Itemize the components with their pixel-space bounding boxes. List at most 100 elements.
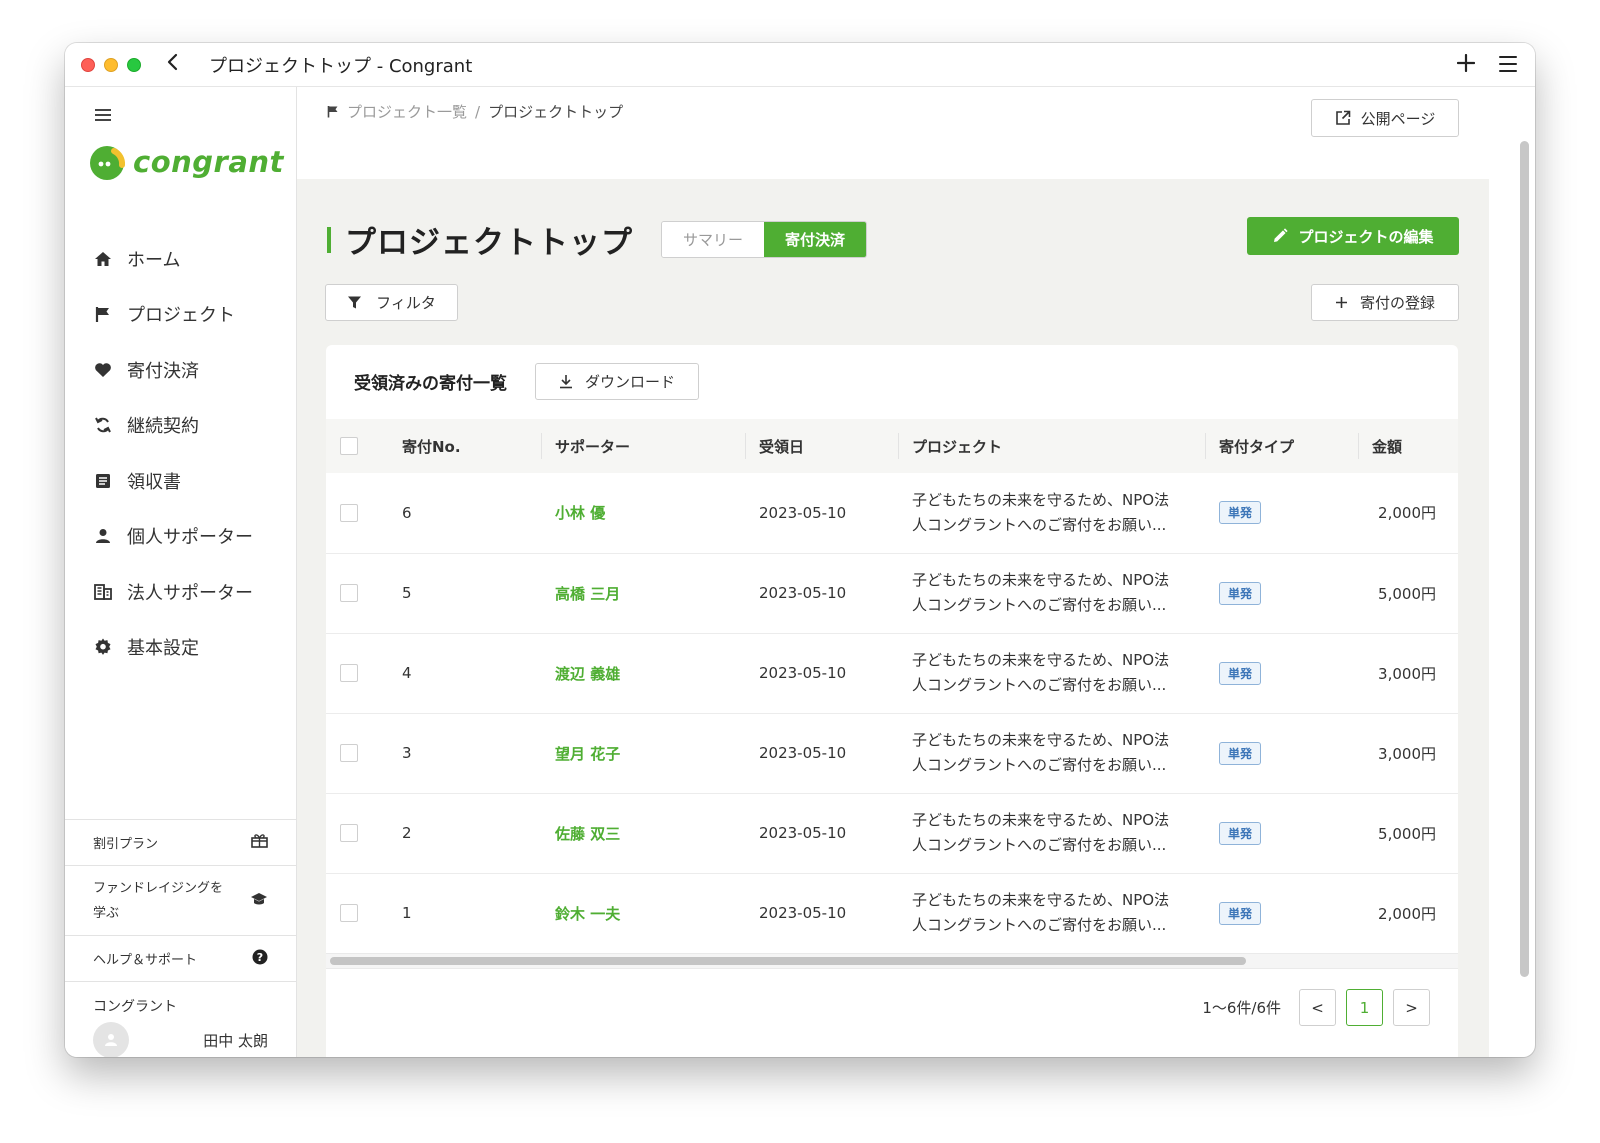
row-checkbox[interactable] xyxy=(340,744,358,762)
filter-button[interactable]: フィルタ xyxy=(325,284,458,321)
sidebar-bottom: 割引プラン ファンドレイジングを 学ぶ ヘルプ＆サポート ? コングラント 田中… xyxy=(65,819,296,1057)
user-panel[interactable]: コングラント 田中 太朗 xyxy=(65,981,296,1057)
column-header: プロジェクト xyxy=(912,437,1003,456)
donation-amount: 5,000円 xyxy=(1378,824,1436,843)
vertical-scrollbar[interactable] xyxy=(1520,141,1529,977)
sidebar-item-label: ホーム xyxy=(127,249,181,271)
donation-no: 3 xyxy=(402,744,412,762)
pagination: 1〜6件/6件 < 1 > xyxy=(1202,989,1430,1026)
received-date: 2023-05-10 xyxy=(759,664,847,682)
pencil-icon xyxy=(1272,228,1289,244)
download-button[interactable]: ダウンロード xyxy=(535,363,699,400)
sidebar-item-label: プロジェクト xyxy=(127,305,235,327)
table-row[interactable]: 4 渡辺 義雄 2023-05-10 子どもたちの未来を守るため、NPO法 人コン… xyxy=(326,633,1458,713)
sidebar-item-project[interactable]: プロジェクト xyxy=(65,287,296,343)
supporter-link[interactable]: 小林 優 xyxy=(541,473,745,553)
zoom-window-button[interactable] xyxy=(127,57,141,72)
register-donation-button[interactable]: 寄付の登録 xyxy=(1311,284,1459,321)
table-row[interactable]: 3 望月 花子 2023-05-10 子どもたちの未来を守るため、NPO法 人コン… xyxy=(326,713,1458,793)
sidebar-item-label: 寄付決済 xyxy=(127,360,199,382)
menu-icon[interactable] xyxy=(1499,56,1517,72)
donation-amount: 2,000円 xyxy=(1378,504,1436,523)
breadcrumb-project-list[interactable]: プロジェクト一覧 xyxy=(347,101,467,122)
donation-no: 1 xyxy=(402,904,412,922)
help-icon: ? xyxy=(252,949,268,969)
back-icon[interactable] xyxy=(165,53,185,76)
supporter-link[interactable]: 望月 花子 xyxy=(541,713,745,793)
edit-project-button[interactable]: プロジェクトの編集 xyxy=(1247,217,1459,255)
received-date: 2023-05-10 xyxy=(759,904,847,922)
heart-icon xyxy=(93,360,113,380)
sidebar-item-receipt[interactable]: 領収書 xyxy=(65,453,296,509)
logo-text: congrant xyxy=(133,145,284,179)
project-text: 子どもたちの未来を守るため、NPO法 xyxy=(912,811,1170,829)
row-checkbox[interactable] xyxy=(340,664,358,682)
sidebar-item-label: 個人サポーター xyxy=(127,527,253,549)
minimize-window-button[interactable] xyxy=(104,57,118,72)
row-checkbox[interactable] xyxy=(340,503,358,522)
donation-type-badge: 単発 xyxy=(1219,581,1262,605)
select-all-checkbox[interactable] xyxy=(340,437,358,455)
new-tab-icon[interactable] xyxy=(1456,51,1476,77)
column-header: サポーター xyxy=(555,437,631,456)
public-page-button[interactable]: 公開ページ xyxy=(1311,99,1459,137)
sidebar-item-corporate-supporter[interactable]: 法人サポーター xyxy=(65,564,296,620)
learn-label-line1: ファンドレイジングを xyxy=(93,880,224,896)
table-row[interactable]: 6 小林 優 2023-05-10 子どもたちの未来を守るため、NPO法 人コング… xyxy=(326,473,1458,553)
sidebar-nav: ホーム プロジェクト 寄付決済 継続契約 領収書 個人サポーター 法人サポーター… xyxy=(65,231,296,675)
discount-plan-link[interactable]: 割引プラン xyxy=(65,819,296,865)
tab-donation[interactable]: 寄付決済 xyxy=(764,222,866,257)
close-window-button[interactable] xyxy=(81,57,95,72)
column-header: 金額 xyxy=(1372,437,1403,456)
donation-amount: 3,000円 xyxy=(1378,664,1436,683)
next-page-button[interactable]: > xyxy=(1393,989,1430,1026)
supporter-link[interactable]: 佐藤 双三 xyxy=(541,793,745,873)
donations-title: 受領済みの寄付一覧 xyxy=(354,374,507,394)
filter-icon xyxy=(347,295,362,310)
public-page-label: 公開ページ xyxy=(1360,109,1436,128)
sidebar-item-recurring[interactable]: 継続契約 xyxy=(65,398,296,454)
donation-type-badge: 単発 xyxy=(1219,821,1262,845)
learn-fundraising-link[interactable]: ファンドレイジングを 学ぶ xyxy=(65,865,296,935)
donation-type-badge: 単発 xyxy=(1219,741,1262,765)
donation-no: 2 xyxy=(402,824,412,842)
logo[interactable]: congrant xyxy=(89,143,284,181)
sidebar-toggle-icon[interactable] xyxy=(95,109,111,121)
sidebar-item-settings[interactable]: 基本設定 xyxy=(65,620,296,676)
help-support-link[interactable]: ヘルプ＆サポート ? xyxy=(65,935,296,981)
external-link-icon xyxy=(1335,110,1351,126)
project-text: 人コングラントへのご寄付をお願い... xyxy=(912,916,1167,934)
row-checkbox[interactable] xyxy=(340,584,358,602)
gear-icon xyxy=(93,637,113,657)
column-header: 寄付タイプ xyxy=(1219,437,1295,456)
donation-type-badge: 単発 xyxy=(1219,661,1262,685)
sidebar-item-individual-supporter[interactable]: 個人サポーター xyxy=(65,509,296,565)
window-title: プロジェクトトップ - Congrant xyxy=(209,55,473,77)
table-row[interactable]: 2 佐藤 双三 2023-05-10 子どもたちの未来を守るため、NPO法 人コン… xyxy=(326,793,1458,873)
row-checkbox[interactable] xyxy=(340,824,358,842)
sidebar-item-home[interactable]: ホーム xyxy=(65,231,296,287)
horizontal-scrollbar-thumb[interactable] xyxy=(330,957,1246,965)
prev-page-button[interactable]: < xyxy=(1299,989,1336,1026)
table-row[interactable]: 1 鈴木 一夫 2023-05-10 子どもたちの未来を守るため、NPO法 人コン… xyxy=(326,873,1458,953)
table-row[interactable]: 5 高橋 三月 2023-05-10 子どもたちの未来を守るため、NPO法 人コン… xyxy=(326,553,1458,633)
project-text: 人コングラントへのご寄付をお願い... xyxy=(912,756,1167,774)
supporter-link[interactable]: 高橋 三月 xyxy=(541,553,745,633)
project-text: 子どもたちの未来を守るため、NPO法 xyxy=(912,571,1170,589)
building-icon xyxy=(93,582,113,602)
user-name: 田中 太朗 xyxy=(203,1031,268,1050)
donation-type-badge: 単発 xyxy=(1219,901,1262,925)
title-bar: プロジェクトトップ - Congrant xyxy=(65,43,1535,87)
flag-icon xyxy=(93,304,113,324)
sidebar-item-label: 継続契約 xyxy=(127,416,199,438)
supporter-link[interactable]: 鈴木 一夫 xyxy=(541,873,745,953)
tab-summary[interactable]: サマリー xyxy=(662,222,764,257)
row-checkbox[interactable] xyxy=(340,904,358,922)
window-controls xyxy=(81,57,141,72)
supporter-link[interactable]: 渡辺 義雄 xyxy=(541,633,745,713)
download-icon xyxy=(559,374,573,389)
help-label: ヘルプ＆サポート xyxy=(93,953,198,968)
sidebar-item-donation[interactable]: 寄付決済 xyxy=(65,342,296,398)
page-1-button[interactable]: 1 xyxy=(1346,989,1383,1026)
column-header[interactable]: 寄付No. xyxy=(388,419,541,473)
